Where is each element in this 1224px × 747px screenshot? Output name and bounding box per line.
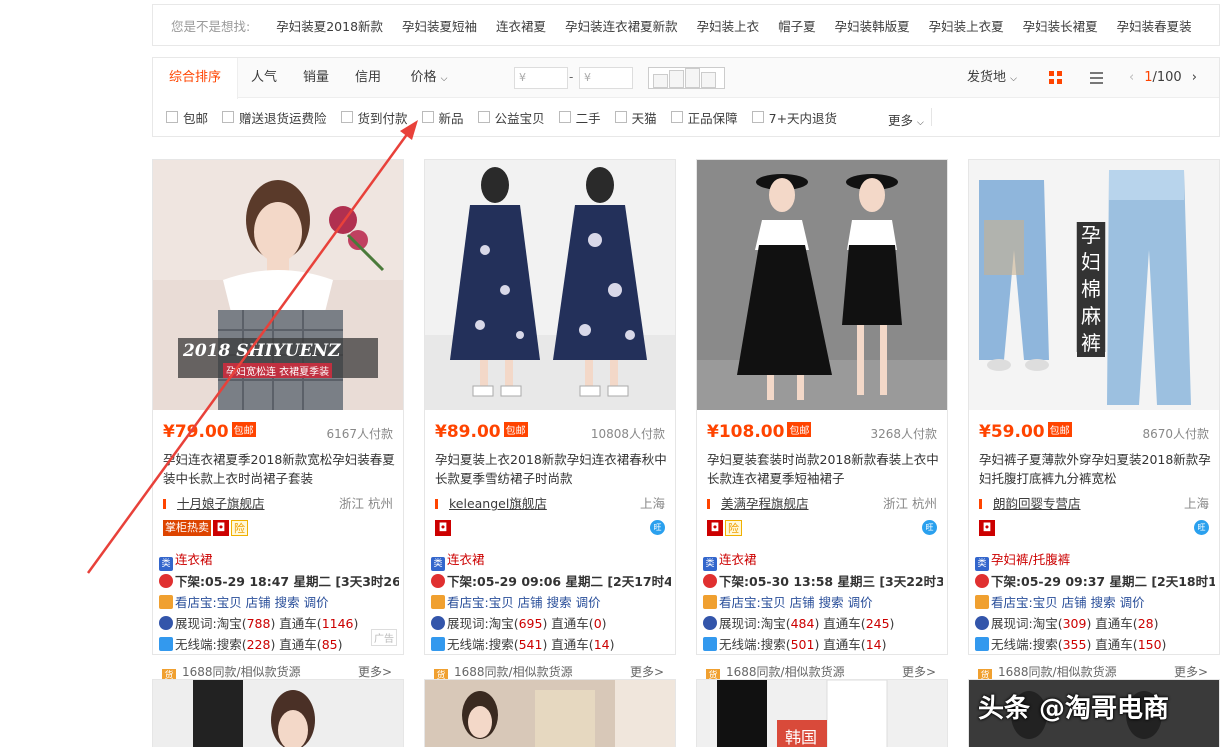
- watermark: 头条 @淘哥电商: [978, 694, 1170, 724]
- search-results-page: 您是不是想找: 孕妇装夏2018新款 孕妇装夏短袖 连衣裙夏 孕妇装连衣裙夏新款…: [0, 0, 1224, 747]
- annotation-arrow: [86, 120, 418, 574]
